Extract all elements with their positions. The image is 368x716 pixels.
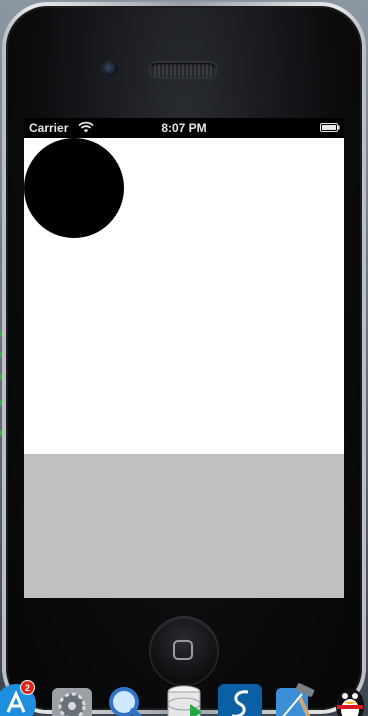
gray-bottom-panel [24,454,344,598]
instruments-icon[interactable] [218,680,262,716]
penguin-icon [336,688,364,716]
front-camera-icon [102,61,118,77]
script-s-icon [218,684,262,716]
home-button[interactable] [150,617,218,685]
cylinder-icon [167,685,202,716]
simulator-screen: Carrier 8:07 PM [24,118,344,598]
notification-badge: 2 [20,680,35,695]
database-icon[interactable] [162,680,206,716]
battery-icon [320,123,340,132]
desktop-background: Carrier 8:07 PM 2 [0,0,368,716]
status-bar: Carrier 8:07 PM [24,118,344,138]
magnifier-icon [109,687,143,716]
gear-icon [52,688,92,716]
black-circle-view[interactable] [24,138,124,238]
qq-icon[interactable] [328,680,368,716]
xcode-icon[interactable] [272,680,316,716]
hammer-icon [276,683,315,716]
app-main-view [24,138,344,598]
mac-dock: 2 [0,676,368,716]
home-square-icon [173,640,193,660]
preview-icon[interactable] [106,680,150,716]
system-preferences-icon[interactable] [50,680,94,716]
status-time: 8:07 PM [161,121,207,135]
app-store-icon[interactable]: 2 [0,680,38,716]
speaker-grille [150,63,216,77]
